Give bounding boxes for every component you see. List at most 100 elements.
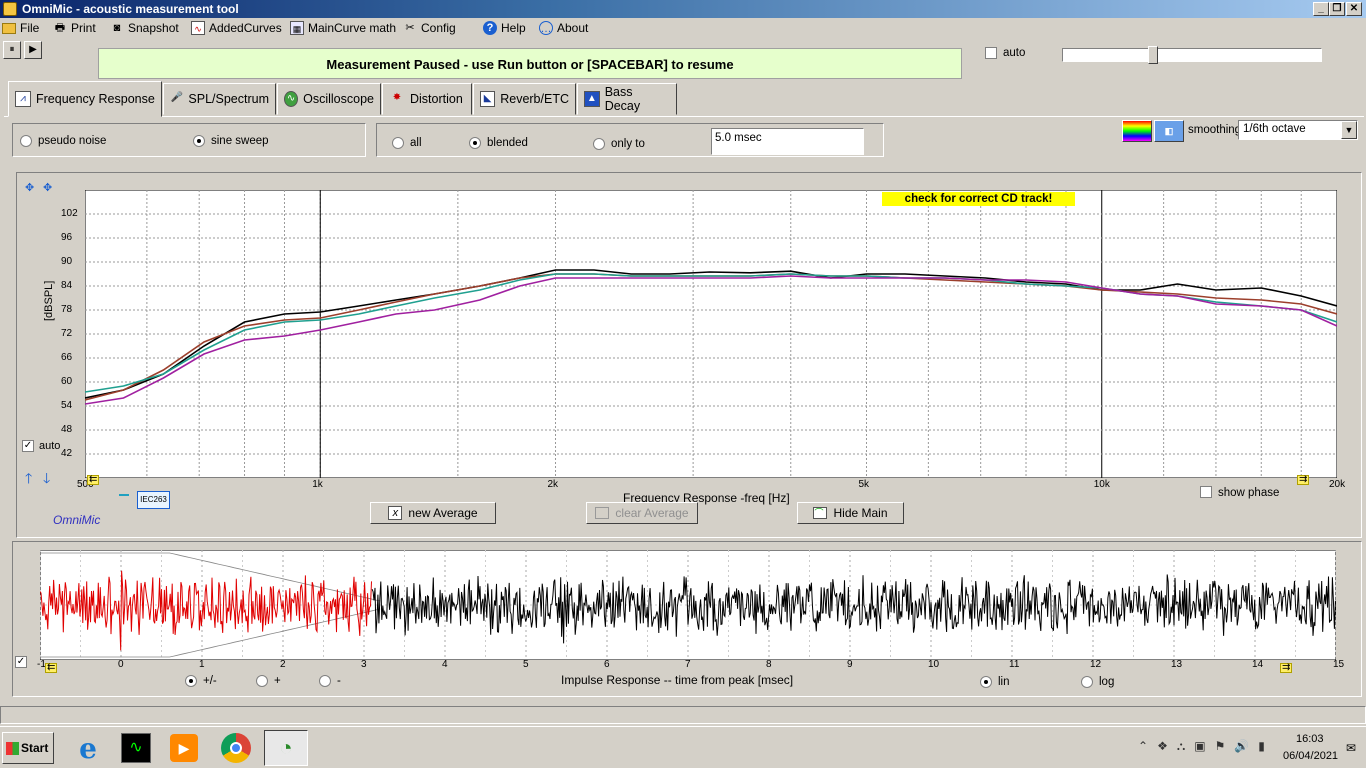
hide-main-button[interactable]: ⌒ Hide Main bbox=[797, 502, 904, 524]
zoom-in-vertical-icon[interactable]: ✥ bbox=[25, 181, 34, 194]
restore-button[interactable]: ❐ bbox=[1329, 2, 1345, 16]
flag-icon[interactable]: ⚑ bbox=[1215, 739, 1226, 754]
ir-auto-checkbox[interactable]: ✓ bbox=[15, 656, 27, 668]
menu-about[interactable]: … About bbox=[539, 20, 588, 36]
x-math-icon: x bbox=[388, 506, 403, 520]
ie-icon[interactable]: e bbox=[70, 730, 106, 766]
active-app-icon[interactable]: ◔ bbox=[264, 730, 308, 766]
sine-sweep-radio[interactable]: sine sweep bbox=[193, 135, 269, 147]
gating-only-to-radio[interactable]: only to bbox=[593, 138, 645, 150]
smoothing-value: 1/6th octave bbox=[1243, 123, 1306, 135]
new-average-button[interactable]: x new Average bbox=[370, 502, 496, 524]
frequency-response-panel: ✥ ✥ 🡑 🡓 ✓ auto [dBSPL] 102 96 90 84 78 72 66 60… bbox=[16, 172, 1362, 538]
graph-glyph: ∿ bbox=[121, 733, 151, 763]
polarity-plus-radio[interactable]: + bbox=[256, 675, 281, 687]
menu-config[interactable]: ✂ Config bbox=[403, 20, 455, 36]
notification-icon[interactable]: ✉ bbox=[1346, 741, 1356, 755]
folder-icon bbox=[2, 22, 16, 34]
ir-x-tick-label: 8 bbox=[766, 659, 772, 670]
polarity-pm-radio[interactable]: +/- bbox=[185, 675, 217, 687]
clock-time: 16:03 bbox=[1296, 733, 1324, 745]
ir-x-tick-label: 12 bbox=[1090, 659, 1102, 670]
minimize-button[interactable]: _ bbox=[1313, 2, 1329, 16]
legend-swatch bbox=[119, 494, 129, 496]
omnimic-app-icon[interactable]: ∿ bbox=[118, 730, 154, 766]
help-icon: ? bbox=[483, 21, 497, 35]
smoothing-select[interactable]: 1/6th octave ▼ bbox=[1238, 120, 1358, 140]
x-tick-label: 2k bbox=[547, 479, 559, 490]
menu-added-curves[interactable]: ∿ AddedCurves bbox=[191, 20, 282, 36]
frequency-response-plot[interactable] bbox=[85, 190, 1337, 478]
scale-lin-radio[interactable]: lin bbox=[980, 676, 1010, 688]
y-tick-label: 72 bbox=[61, 328, 73, 339]
signal-icon[interactable]: ▮ bbox=[1258, 739, 1265, 754]
radio-dot bbox=[319, 675, 331, 687]
close-button[interactable]: ✕ bbox=[1346, 2, 1362, 16]
menu-file[interactable]: File bbox=[2, 20, 39, 36]
radio-dot bbox=[469, 137, 481, 149]
pause-button[interactable]: ⏸ bbox=[3, 41, 21, 59]
scroll-left-icon[interactable]: ⇇ bbox=[87, 475, 100, 485]
shift-up-icon[interactable]: 🡑 bbox=[25, 468, 32, 492]
ir-scroll-left-icon[interactable]: ⇇ bbox=[45, 663, 58, 673]
fr-auto-checkbox[interactable]: ✓ bbox=[22, 440, 34, 452]
volume-icon[interactable]: 🔊 bbox=[1234, 739, 1249, 754]
y-axis-label: [dBSPL] bbox=[43, 280, 55, 321]
gate-time-input[interactable]: 5.0 msec bbox=[711, 128, 864, 155]
auto-checkbox[interactable] bbox=[985, 47, 997, 59]
pseudo-noise-radio[interactable]: pseudo noise bbox=[20, 135, 106, 147]
usb-icon[interactable]: ⛬ bbox=[1177, 739, 1185, 754]
scroll-right-icon[interactable]: ⇉ bbox=[1297, 475, 1310, 485]
tab-reverb-etc[interactable]: ◣ Reverb/ETC bbox=[473, 83, 576, 115]
tab-distortion[interactable]: ✸ Distortion bbox=[382, 83, 472, 115]
gating-blended-radio[interactable]: blended bbox=[469, 137, 528, 149]
level-slider-track[interactable] bbox=[1062, 46, 1322, 64]
ir-x-tick-label: 5 bbox=[523, 659, 529, 670]
clear-average-button[interactable]: clear Average bbox=[586, 502, 698, 524]
menu-maincurve-math[interactable]: ▦ MainCurve math bbox=[290, 20, 396, 36]
menu-print[interactable]: 🖶 Print bbox=[53, 20, 96, 36]
scale-log-radio[interactable]: log bbox=[1081, 676, 1114, 688]
ir-x-tick-label: 1 bbox=[199, 659, 205, 670]
menu-snapshot[interactable]: ◙ Snapshot bbox=[110, 20, 179, 36]
y-tick-label: 96 bbox=[61, 232, 73, 243]
ir-scroll-right-icon[interactable]: ⇉ bbox=[1280, 663, 1293, 673]
mic-glyph: ◔ bbox=[279, 735, 293, 760]
zoom-out-vertical-icon[interactable]: ✥ bbox=[43, 181, 52, 194]
level-slider-thumb[interactable] bbox=[1148, 46, 1158, 64]
y-tick-label: 102 bbox=[61, 208, 78, 219]
cursor-tool-icon[interactable]: ◧ bbox=[1154, 120, 1184, 142]
tab-bass-decay[interactable]: ▲ Bass Decay bbox=[577, 83, 677, 115]
title-bar: OmniMic - acoustic measurement tool _ ❐ … bbox=[0, 0, 1366, 18]
menu-bar: File 🖶 Print ◙ Snapshot ∿ AddedCurves ▦ … bbox=[0, 18, 1366, 38]
media-player-icon[interactable]: ▶ bbox=[166, 730, 202, 766]
clear-icon bbox=[595, 507, 610, 519]
tab-spl-spectrum[interactable]: 🎤 SPL/Spectrum bbox=[163, 83, 276, 115]
polarity-minus-radio[interactable]: - bbox=[319, 675, 341, 687]
run-button[interactable]: ▶ bbox=[24, 41, 42, 59]
waterfall-icon[interactable] bbox=[1122, 120, 1152, 142]
shift-down-icon[interactable]: 🡓 bbox=[43, 468, 50, 492]
calculator-icon: ▦ bbox=[290, 21, 304, 35]
gating-all-radio[interactable]: all bbox=[392, 137, 422, 149]
play-glyph: ▶ bbox=[170, 734, 198, 762]
start-button[interactable]: Start bbox=[2, 732, 54, 764]
smoothing-label: smoothing bbox=[1188, 124, 1242, 136]
tab-frequency-response[interactable]: ⩘ Frequency Response bbox=[8, 81, 162, 117]
x-tick-label: 20k bbox=[1329, 479, 1346, 490]
dropbox-icon[interactable]: ❖ bbox=[1157, 739, 1168, 754]
impulse-response-panel: ✓ -1 0 1 2 3 4 5 6 7 8 9 10 11 12 13 14 15 ⇇ ⇉ +/- + - I… bbox=[12, 541, 1362, 697]
tab-oscilloscope[interactable]: ∿ Oscilloscope bbox=[277, 83, 381, 115]
camera-icon: ◙ bbox=[113, 22, 121, 34]
chrome-icon[interactable] bbox=[218, 730, 254, 766]
chevron-down-icon[interactable]: ▼ bbox=[1341, 121, 1357, 139]
show-hidden-icons-icon[interactable]: ⌃ bbox=[1138, 739, 1148, 754]
x-tick-label: 5k bbox=[858, 479, 870, 490]
show-phase-checkbox[interactable] bbox=[1200, 486, 1212, 498]
windows-logo-icon bbox=[6, 741, 19, 755]
legend-tag[interactable]: IEC263 bbox=[137, 491, 170, 509]
menu-help[interactable]: ? Help bbox=[483, 20, 526, 36]
ir-x-tick-label: 6 bbox=[604, 659, 610, 670]
impulse-response-plot[interactable] bbox=[40, 550, 1336, 660]
network-device-icon[interactable]: ▣ bbox=[1194, 739, 1205, 754]
